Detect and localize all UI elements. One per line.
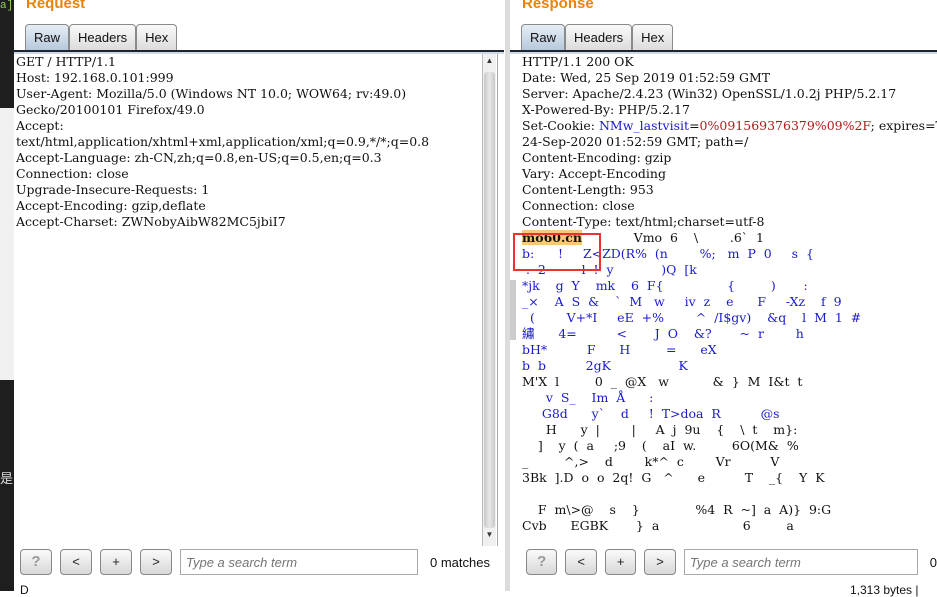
text-line: Connection: close xyxy=(16,166,129,181)
text-line: Date: Wed, 25 Sep 2019 01:52:59 GMT xyxy=(522,70,771,85)
text-line: Accept: xyxy=(16,118,64,133)
response-title: Response xyxy=(522,0,594,12)
text-line: G8d y` d ! T>doa R @s xyxy=(522,406,780,421)
text-line: X-Powered-By: PHP/5.2.17 xyxy=(522,102,690,117)
text-line: GET / HTTP/1.1 xyxy=(16,54,116,69)
text-line: ( V+*I eE +% ^ /I$gv) &q l M 1 # xyxy=(522,310,862,325)
text-line: Server: Apache/2.4.23 (Win32) OpenSSL/1.… xyxy=(522,86,897,101)
response-editor[interactable]: HTTP/1.1 200 OK Date: Wed, 25 Sep 2019 01… xyxy=(520,54,937,546)
search-input[interactable] xyxy=(180,549,418,575)
text-line: v S_ Im Å : xyxy=(522,390,654,405)
text-line: 24-Sep-2020 01:52:59 GMT; path=/ xyxy=(522,134,749,149)
tab-raw[interactable]: Raw xyxy=(25,24,70,50)
text-line: *jk g Y mk 6 F{ { ) : xyxy=(522,278,808,293)
text-line xyxy=(520,486,937,502)
terminal-prompt: a] xyxy=(0,0,14,108)
text-line: HTTP/1.1 200 OK xyxy=(522,54,634,69)
scroll-down-icon[interactable]: ▼ xyxy=(483,530,496,546)
text-line: Accept-Language: zh-CN,zh;q=0.8,en-US;q=… xyxy=(16,150,382,165)
text-line: Cvb EGBK } a 6 a xyxy=(522,518,794,533)
scroll-up-icon[interactable]: ▲ xyxy=(483,56,496,72)
text-line: Host: 192.168.0.101:999 xyxy=(16,70,174,85)
cookie-eq: = xyxy=(689,118,700,133)
body-first-rest: Vmo 6 \ .6` 1 xyxy=(582,230,764,245)
help-button[interactable]: ? xyxy=(20,549,52,575)
match-count: 0 xyxy=(929,554,937,570)
text-line: Gecko/20100101 Firefox/49.0 xyxy=(16,102,205,117)
help-button[interactable]: ? xyxy=(526,549,558,575)
next-button[interactable]: > xyxy=(140,549,172,575)
response-footer: 1,313 bytes | xyxy=(850,583,919,597)
tab-headers[interactable]: Headers xyxy=(69,24,137,50)
request-search-bar: ? < + > 0 matches xyxy=(20,548,504,576)
terminal-strip: a] 是 xyxy=(0,0,14,591)
tab-headers[interactable]: Headers xyxy=(565,24,633,50)
response-tabs: Raw Headers Hex xyxy=(521,24,674,50)
tab-hex[interactable]: Hex xyxy=(136,24,178,50)
scroll-thumb[interactable] xyxy=(484,72,495,528)
cookie-line: Set-Cookie: NMw_lastvisit=0%091569376379… xyxy=(520,118,937,134)
text-line: Accept-Encoding: gzip,deflate xyxy=(16,198,206,213)
add-button[interactable]: + xyxy=(604,549,637,575)
match-count: 0 matches xyxy=(430,554,490,570)
request-title: Request xyxy=(26,0,86,12)
text-line: 3Bk ].D o o 2q! G ^ e T _{ Y K xyxy=(522,470,825,485)
tab-hex[interactable]: Hex xyxy=(632,24,674,50)
previous-button[interactable]: < xyxy=(60,549,92,575)
text-line: H y | | A j 9u { \ t m}: xyxy=(522,422,798,437)
text-line: _ ^,> d k*^ c Vr V xyxy=(522,454,780,469)
text-line: b b 2gK K xyxy=(522,358,688,373)
text-line: User-Agent: Mozilla/5.0 (Windows NT 10.0… xyxy=(16,86,407,101)
text-line: Content-Type: text/html;charset=utf-8 xyxy=(522,214,765,229)
add-button[interactable]: + xyxy=(100,549,132,575)
tab-raw[interactable]: Raw xyxy=(521,24,566,50)
text-line: ] y ( a ;9 ( aI w. 6O(M& % xyxy=(522,438,799,453)
previous-button[interactable]: < xyxy=(565,549,597,575)
response-pane: Response Raw Headers Hex HTTP/1.1 200 OK… xyxy=(505,0,937,597)
next-button[interactable]: > xyxy=(644,549,676,575)
request-scrollbar[interactable]: ▲ ▼ xyxy=(482,54,496,546)
text-line: text/html,application/xhtml+xml,applicat… xyxy=(16,134,430,149)
text-line: 繡 4= < J O &? ~ r h xyxy=(522,326,804,341)
text-line: bH* F H = eX xyxy=(522,342,717,357)
text-line: Connection: close xyxy=(522,198,635,213)
request-editor[interactable]: GET / HTTP/1.1 Host: 192.168.0.101:999 Use… xyxy=(14,54,498,546)
request-pane: Request Raw Headers Hex GET / HTTP/1.1 Ho… xyxy=(14,0,504,597)
response-scroll-marker[interactable] xyxy=(510,280,516,340)
request-footer: D xyxy=(20,583,29,597)
text-line: Upgrade-Insecure-Requests: 1 xyxy=(16,182,210,197)
annotation-box xyxy=(513,233,601,271)
request-tabs: Raw Headers Hex xyxy=(25,24,178,50)
text-line: _× A S & ` M w iv z e F -Xz f 9 xyxy=(522,294,842,309)
text-line: Content-Length: 953 xyxy=(522,182,654,197)
cookie-prefix: Set-Cookie: xyxy=(522,118,599,133)
response-search-bar: ? < + > 0 xyxy=(526,548,937,576)
cookie-name: NMw_lastvisit xyxy=(598,118,690,133)
terminal-char: 是 xyxy=(0,380,14,591)
text-line: Vary: Accept-Encoding xyxy=(522,166,666,181)
cookie-value: 0%091569376379%09%2F xyxy=(699,118,871,133)
cookie-suffix: ; expires=Thu xyxy=(870,118,937,133)
text-line: Content-Encoding: gzip xyxy=(522,150,672,165)
text-line: Accept-Charset: ZWNobyAibW82MC5jbiI7 xyxy=(16,214,286,229)
text-line: M'X l 0 _ @X w & } M I&t t xyxy=(522,374,803,389)
search-input[interactable] xyxy=(683,549,918,575)
text-line: F m\>@ s } %4 R ~] a A)} 9:G xyxy=(522,502,832,517)
